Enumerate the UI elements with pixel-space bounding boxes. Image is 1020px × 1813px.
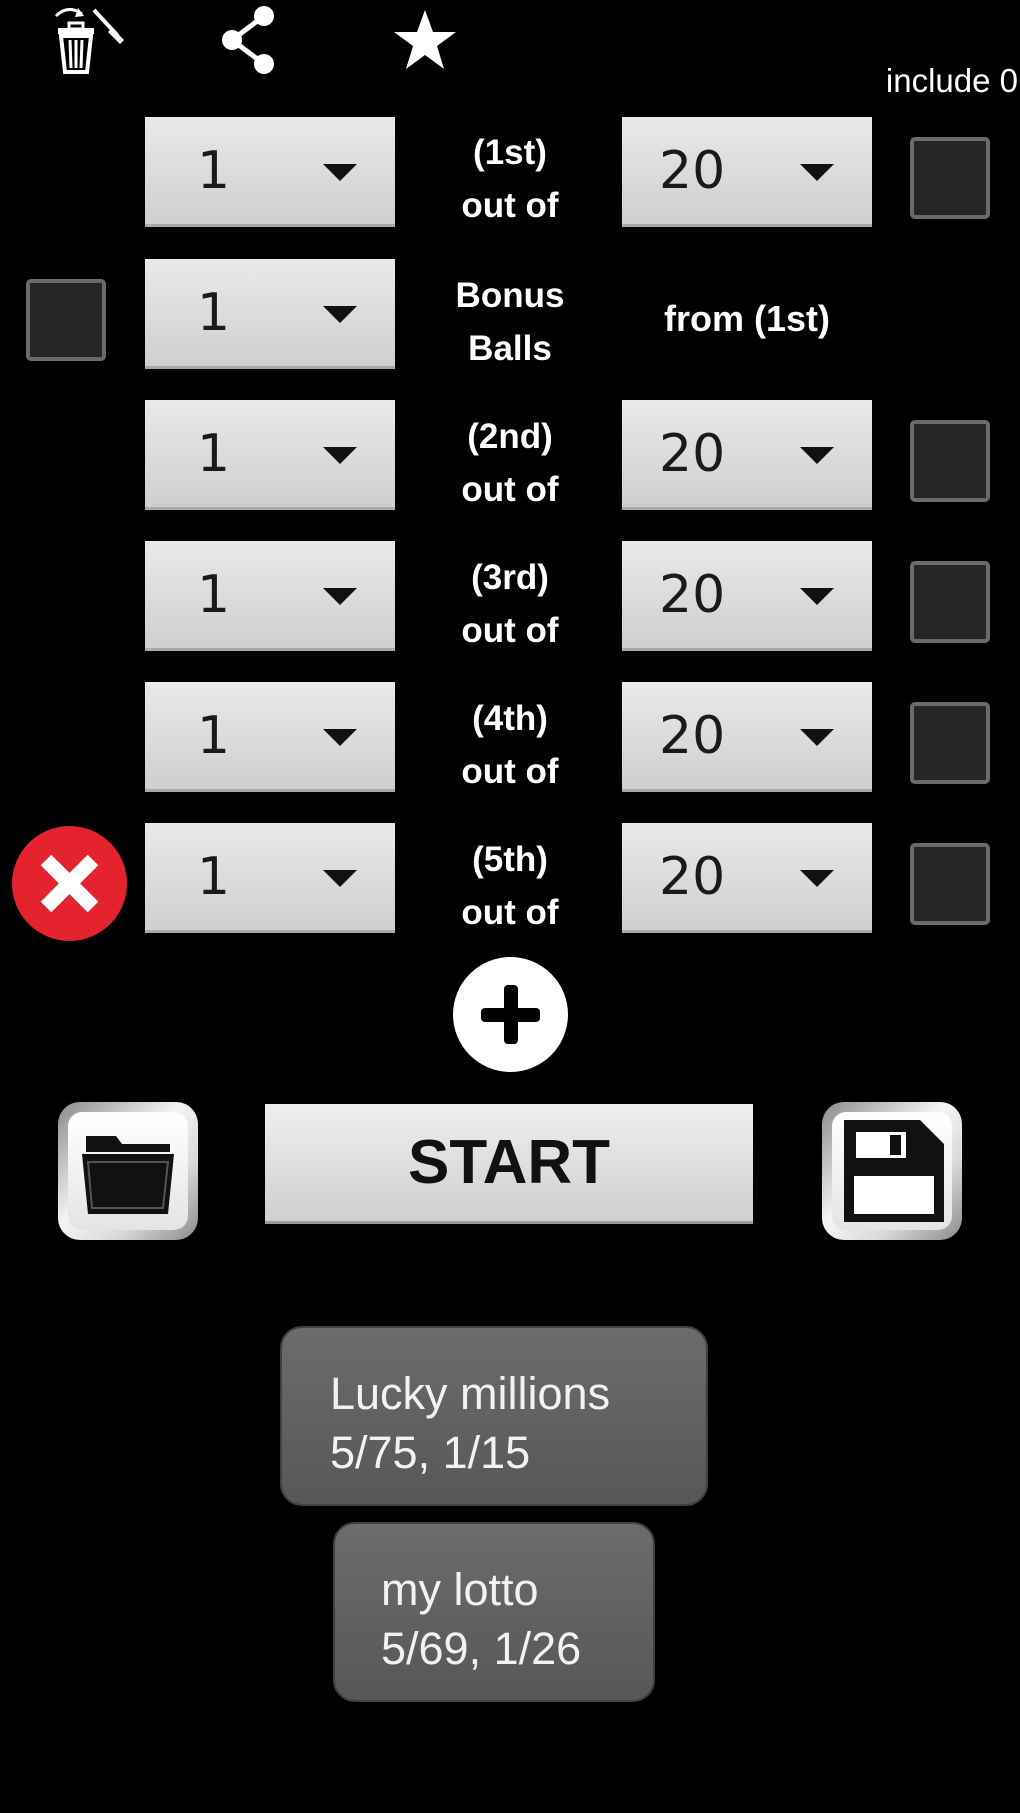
row4-max-spinner[interactable]: 20	[622, 682, 872, 792]
row5-max-spinner[interactable]: 20	[622, 823, 872, 933]
chevron-down-icon	[800, 163, 834, 181]
share-icon	[218, 4, 278, 76]
row1-include-zero-checkbox[interactable]	[910, 137, 990, 219]
row2-label-outof: out of	[461, 470, 559, 509]
row3-label-ordinal: (3rd)	[471, 558, 549, 597]
row5-count-value: 1	[197, 846, 231, 907]
saved-game-name: Lucky millions	[330, 1368, 611, 1419]
start-button[interactable]: START	[265, 1104, 753, 1224]
saved-game-button[interactable]: Lucky millions 5/75, 1/15	[280, 1326, 708, 1506]
chevron-down-icon	[800, 869, 834, 887]
row2-include-zero-checkbox[interactable]	[910, 420, 990, 502]
row3-max-spinner[interactable]: 20	[622, 541, 872, 651]
chevron-down-icon	[323, 728, 357, 746]
bonus-count-value: 1	[197, 282, 231, 343]
row4-label-ordinal: (4th)	[472, 699, 548, 738]
row3-include-zero-checkbox[interactable]	[910, 561, 990, 643]
row2-max-value: 20	[659, 423, 726, 484]
row3-label: (3rd) out of	[420, 551, 600, 657]
delete-row-button[interactable]	[12, 826, 127, 941]
row5-include-zero-checkbox[interactable]	[910, 843, 990, 925]
floppy-disk-icon	[844, 1120, 944, 1222]
chevron-down-icon	[323, 163, 357, 181]
row1-label: (1st) out of	[420, 126, 600, 232]
include-zero-header: include 0	[885, 62, 1018, 99]
add-row-button[interactable]	[453, 957, 568, 1072]
folder-icon	[82, 1136, 174, 1214]
saved-game-config: 5/75, 1/15	[330, 1427, 531, 1478]
chevron-down-icon	[323, 305, 357, 323]
row2-count-value: 1	[197, 423, 231, 484]
chevron-down-icon	[323, 869, 357, 887]
bonus-from-label: from (1st)	[663, 298, 830, 339]
chevron-down-icon	[800, 587, 834, 605]
saved-game-config: 5/69, 1/26	[381, 1623, 582, 1674]
row1-max-spinner[interactable]: 20	[622, 117, 872, 227]
share-button[interactable]	[198, 0, 298, 80]
clear-all-button[interactable]	[33, 0, 133, 80]
row5-label-outof: out of	[461, 893, 559, 932]
row2-count-spinner[interactable]: 1	[145, 400, 395, 510]
chevron-down-icon	[323, 587, 357, 605]
close-icon	[40, 854, 99, 913]
row1-count-spinner[interactable]: 1	[145, 117, 395, 227]
bonus-count-spinner[interactable]: 1	[145, 259, 395, 369]
row1-count-value: 1	[197, 140, 231, 201]
row5-label: (5th) out of	[420, 833, 600, 939]
row5-label-ordinal: (5th)	[472, 840, 548, 879]
row4-include-zero-checkbox[interactable]	[910, 702, 990, 784]
row4-max-value: 20	[659, 705, 726, 766]
save-button[interactable]	[822, 1102, 962, 1240]
bonus-enable-checkbox[interactable]	[26, 279, 106, 361]
bonus-label: Bonus Balls	[420, 269, 600, 375]
row2-label-ordinal: (2nd)	[467, 417, 553, 456]
row5-count-spinner[interactable]: 1	[145, 823, 395, 933]
open-button[interactable]	[58, 1102, 198, 1240]
chevron-down-icon	[800, 446, 834, 464]
bonus-label-line2: Balls	[468, 329, 552, 368]
chevron-down-icon	[323, 446, 357, 464]
row5-max-value: 20	[659, 846, 726, 907]
row1-max-value: 20	[659, 140, 726, 201]
rate-button[interactable]	[375, 0, 475, 80]
row3-count-value: 1	[197, 564, 231, 625]
row4-count-spinner[interactable]: 1	[145, 682, 395, 792]
saved-game-button[interactable]: my lotto 5/69, 1/26	[333, 1522, 655, 1702]
trash-refresh-icon	[38, 2, 128, 78]
row4-label-outof: out of	[461, 752, 559, 791]
row3-label-outof: out of	[461, 611, 559, 650]
row3-count-spinner[interactable]: 1	[145, 541, 395, 651]
row2-max-spinner[interactable]: 20	[622, 400, 872, 510]
bonus-label-line1: Bonus	[455, 276, 565, 315]
row3-max-value: 20	[659, 564, 726, 625]
row1-label-outof: out of	[461, 186, 559, 225]
chevron-down-icon	[800, 728, 834, 746]
row1-label-ordinal: (1st)	[473, 133, 547, 172]
star-icon	[392, 8, 458, 72]
row2-label: (2nd) out of	[420, 410, 600, 516]
plus-icon	[481, 985, 540, 1044]
row4-label: (4th) out of	[420, 692, 600, 798]
row4-count-value: 1	[197, 705, 231, 766]
saved-game-name: my lotto	[381, 1564, 539, 1615]
